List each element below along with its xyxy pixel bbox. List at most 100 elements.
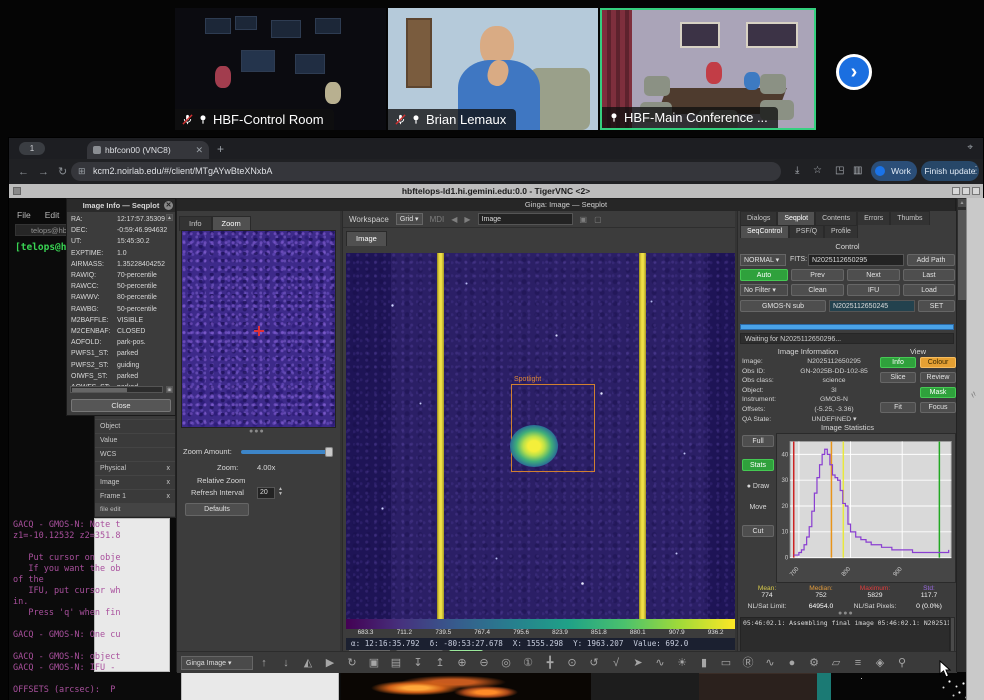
- nav-down-icon[interactable]: ↓: [275, 653, 297, 673]
- wave-icon[interactable]: ∿: [759, 653, 781, 673]
- vertical-scrollbar[interactable]: ▲: [956, 198, 966, 672]
- view-button-colour[interactable]: Colour: [920, 357, 956, 368]
- tag-icon[interactable]: ◈: [869, 653, 891, 673]
- stats-full-button[interactable]: Full: [742, 435, 774, 447]
- add-path-button[interactable]: Add Path: [907, 254, 955, 266]
- zoom-fit-icon[interactable]: ◎: [495, 653, 517, 673]
- side-panel-icon[interactable]: ▥: [853, 165, 862, 176]
- center-icon[interactable]: ⊙: [561, 653, 583, 673]
- reload-icon[interactable]: ↻: [58, 165, 67, 178]
- bookmark-star-icon[interactable]: ☆: [813, 165, 822, 176]
- rotate-reset-icon[interactable]: ↺: [583, 653, 605, 673]
- tab-errors[interactable]: Errors: [857, 211, 890, 225]
- tab-dialogs[interactable]: Dialogs: [740, 211, 777, 225]
- freepan-icon[interactable]: ➤: [627, 653, 649, 673]
- sub-field[interactable]: N2025112650245: [829, 300, 915, 312]
- url-input[interactable]: ⊞ kcm2.noirlab.edu/#/client/MTgAYwBteXNx…: [71, 162, 781, 181]
- forward-icon[interactable]: →: [38, 166, 49, 178]
- zoom-out-icon[interactable]: ⊖: [473, 653, 495, 673]
- back-icon[interactable]: ←: [18, 166, 29, 178]
- nav-up-icon[interactable]: ↑: [253, 653, 275, 673]
- dialog-titlebar[interactable]: Image Info — Seqplot ✕: [67, 199, 175, 212]
- ds9-file-tabs[interactable]: file edit: [95, 504, 175, 516]
- clean-button[interactable]: Clean: [791, 284, 844, 296]
- terminal-menu-item[interactable]: Edit: [45, 210, 60, 220]
- tab-thumbs[interactable]: Thumbs: [890, 211, 929, 225]
- cut-low-icon[interactable]: ↧: [407, 653, 429, 673]
- browser-menu-icon[interactable]: ⋮: [971, 165, 981, 176]
- dialog-hscrollbar[interactable]: [70, 386, 163, 393]
- resize-handle-icon[interactable]: ●●●: [838, 610, 854, 617]
- left-tab-info[interactable]: Info: [179, 216, 212, 231]
- terminal-menu-item[interactable]: File: [17, 210, 31, 220]
- ifu-button[interactable]: IFU: [847, 284, 900, 296]
- tab-counter-badge[interactable]: 1: [19, 142, 45, 155]
- cut-high-icon[interactable]: ↥: [429, 653, 451, 673]
- defaults-button[interactable]: Defaults: [185, 503, 249, 516]
- refresh-interval-spinner[interactable]: 20 ▲▼: [257, 487, 275, 499]
- scroll-up-icon[interactable]: ▲: [166, 214, 173, 221]
- restore-icon[interactable]: Ⓡ: [737, 653, 759, 673]
- ginga-titlebar[interactable]: Ginga: Image — Seqplot: [177, 199, 955, 211]
- filter-dropdown[interactable]: No Filter ▾: [740, 284, 788, 296]
- gmos-sub-button[interactable]: GMOS-N sub: [740, 300, 826, 312]
- tab-strip-pin-icon[interactable]: ⌖: [967, 142, 973, 153]
- tab-seqplot[interactable]: Seqplot: [777, 211, 815, 225]
- video-tile-conference[interactable]: HBF-Main Conference ...: [600, 8, 816, 130]
- scroll-corner-icon[interactable]: ▣: [166, 386, 173, 393]
- pan-icon[interactable]: ╋: [539, 653, 561, 673]
- stats-draw-button[interactable]: ● Draw: [742, 483, 774, 490]
- view-button-slice[interactable]: Slice: [880, 372, 916, 383]
- save-region-icon[interactable]: ▤: [385, 653, 407, 673]
- stats-cut-button[interactable]: Cut: [742, 525, 774, 537]
- workspace-name-field[interactable]: Image: [478, 213, 573, 225]
- flip-horizontal-icon[interactable]: ◭: [297, 653, 319, 673]
- view-button-info[interactable]: Info: [880, 357, 916, 368]
- dialog-close-button[interactable]: Close: [71, 399, 171, 412]
- next-participants-button[interactable]: ›: [836, 54, 872, 90]
- subtab-seqcontrol[interactable]: SeqControl: [740, 225, 789, 238]
- image-tab[interactable]: Image: [346, 228, 387, 246]
- extensions-icon[interactable]: ◳: [835, 165, 844, 176]
- workspace-type-dropdown[interactable]: Grid ▾: [396, 213, 423, 225]
- view-button-review[interactable]: Review: [920, 372, 956, 383]
- attach-icon[interactable]: ▣: [580, 215, 588, 224]
- save-page-icon[interactable]: ⤓: [795, 165, 799, 176]
- zoom-in-icon[interactable]: ⊕: [451, 653, 473, 673]
- resize-grip-icon[interactable]: 〃: [966, 387, 982, 403]
- vnc-window-controls[interactable]: [952, 187, 980, 195]
- lock-icon[interactable]: ▮: [693, 653, 715, 673]
- set-button[interactable]: SET: [918, 300, 955, 312]
- subtab-psfq[interactable]: PSF/Q: [789, 225, 824, 238]
- save-image-icon[interactable]: ▣: [363, 653, 385, 673]
- last-button[interactable]: Last: [903, 269, 955, 281]
- next-button[interactable]: Next: [847, 269, 900, 281]
- fits-field[interactable]: N2025112650295: [808, 254, 904, 266]
- next-workspace-icon[interactable]: ▶: [464, 215, 470, 224]
- relative-zoom-label[interactable]: Relative Zoom: [197, 476, 245, 485]
- view-button-fit[interactable]: Fit: [880, 402, 916, 413]
- inspect-icon[interactable]: ⚲: [891, 653, 913, 673]
- screen-icon[interactable]: ▭: [715, 653, 737, 673]
- spinner-arrows-icon[interactable]: ▲▼: [278, 487, 283, 497]
- browser-tab[interactable]: hbfcon00 (VNC8) ✕: [87, 141, 209, 159]
- auto-button[interactable]: Auto: [740, 269, 788, 281]
- subtab-profile[interactable]: Profile: [824, 225, 858, 238]
- view-button-mask[interactable]: Mask: [920, 387, 956, 398]
- zoom-amount-slider[interactable]: [241, 450, 331, 454]
- mode-dropdown[interactable]: NORMAL ▾: [740, 254, 786, 266]
- load-button[interactable]: Load: [903, 284, 955, 296]
- tab-close-icon[interactable]: ✕: [195, 145, 203, 155]
- flip-vertical-icon[interactable]: ▶: [319, 653, 341, 673]
- new-tab-button[interactable]: +: [217, 142, 224, 156]
- detach-icon[interactable]: ▢: [594, 215, 602, 224]
- zoom-preview[interactable]: [181, 230, 336, 428]
- prev-workspace-icon[interactable]: ◀: [451, 215, 457, 224]
- layers-icon[interactable]: ≡: [847, 653, 869, 673]
- dialog-close-icon[interactable]: ✕: [164, 201, 173, 210]
- resize-handle-icon[interactable]: ●●●: [249, 428, 265, 435]
- brightness-icon[interactable]: ☀: [671, 653, 693, 673]
- video-tile-control-room[interactable]: HBF-Control Room: [175, 8, 386, 130]
- sqrt-stretch-icon[interactable]: √: [605, 653, 627, 673]
- settings-icon[interactable]: ⚙: [803, 653, 825, 673]
